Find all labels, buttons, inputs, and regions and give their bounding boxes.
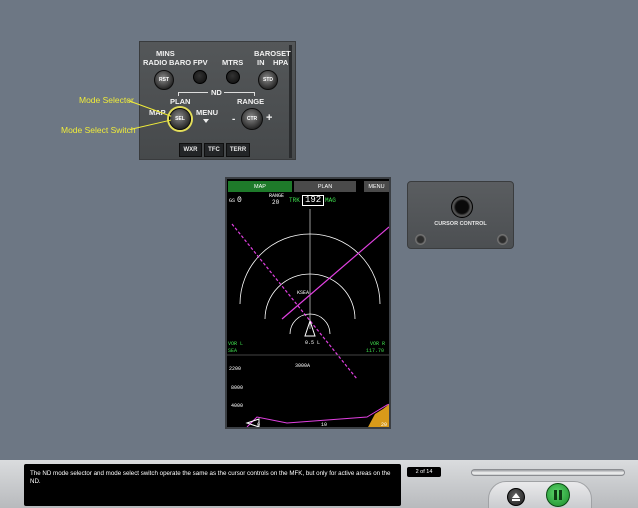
nd-bracket-left (178, 92, 208, 93)
playback-controls (488, 481, 592, 508)
vor-l-ident: SEA (228, 348, 238, 354)
mins-knob[interactable]: RST (154, 70, 174, 90)
mode-select-switch-callout: Mode Select Switch (61, 125, 136, 135)
vor-r-label: VOR R (370, 341, 386, 347)
waypoint-altitude: 3000A (295, 363, 311, 369)
range-knob[interactable]: CTR (241, 108, 263, 130)
pause-icon (554, 490, 562, 500)
nd-bracket-right-end (254, 92, 255, 96)
vor-l-label: VOR L (228, 341, 244, 347)
fpv-button[interactable] (193, 70, 207, 84)
range-half: 0.5 L (305, 340, 321, 346)
route-line-1 (231, 223, 358, 380)
pause-button[interactable] (546, 483, 570, 507)
vsd-x-0: 0 (257, 422, 261, 428)
caption-text: The ND mode selector and mode select swi… (24, 464, 401, 506)
mtrs-label: MTRS (222, 58, 244, 67)
menu-label: MENU (196, 108, 219, 117)
mode-selector-callout: Mode Selector (79, 95, 134, 105)
sel-label: SEL (175, 116, 185, 122)
radio-label: RADIO (143, 58, 168, 67)
efis-control-panel: MINS RADIO BARO FPV MTRS BAROSET IN HPA … (139, 41, 296, 160)
navigation-display: MAP PLAN MENU GS 0 RANGE 20 TRK 192 MAG … (225, 177, 391, 429)
cursor-screw-right (497, 234, 508, 245)
hpa-label: HPA (273, 58, 289, 67)
progress-track[interactable] (471, 469, 625, 476)
eject-button[interactable] (507, 488, 525, 506)
menu-down-arrow-icon (203, 119, 209, 123)
baroset-label: BAROSET (254, 49, 291, 58)
cursor-control-panel: CURSOR CONTROL (407, 181, 514, 249)
wxr-button[interactable]: WXR (179, 143, 202, 157)
panel-rail (289, 45, 292, 158)
range-minus-label: - (232, 114, 236, 125)
rst-label: RST (159, 77, 169, 83)
nd-graphics (227, 209, 389, 427)
tfc-button[interactable]: TFC (204, 143, 224, 157)
mtrs-button[interactable] (226, 70, 240, 84)
baroset-knob[interactable]: STD (258, 70, 278, 90)
fpv-label: FPV (193, 58, 208, 67)
nd-bracket-right (224, 92, 254, 93)
vsd-alt-1: 2200 (229, 366, 242, 372)
plan-label: PLAN (170, 97, 191, 106)
page-indicator: 2 of 14 (407, 467, 441, 477)
cursor-screw-left (415, 234, 426, 245)
range-plus-label: + (266, 112, 273, 124)
vsd-alt-3: 4000 (231, 403, 244, 409)
eject-icon (512, 493, 520, 501)
vsd-x-20: 20 (381, 422, 388, 428)
vsd-alt-2: 8000 (231, 385, 244, 391)
range-label: RANGE (237, 97, 265, 106)
terr-button[interactable]: TERR (226, 143, 250, 157)
vor-r-frequency: 117.70 (366, 348, 385, 354)
vsd-path (246, 403, 389, 427)
vsd-x-10: 10 (321, 422, 328, 428)
in-label: IN (257, 58, 265, 67)
cursor-control-label: CURSOR CONTROL (434, 221, 487, 227)
cursor-control-button[interactable] (451, 196, 473, 218)
baro-label: BARO (169, 58, 192, 67)
mins-label: MINS (156, 49, 175, 58)
nd-label: ND (211, 88, 222, 97)
ctr-label: CTR (246, 116, 258, 122)
waypoint-label: KSEA (297, 290, 310, 296)
nd-bracket-left-end (178, 92, 179, 96)
mode-selector-knob[interactable]: SEL (169, 108, 191, 130)
std-label: STD (263, 77, 273, 83)
